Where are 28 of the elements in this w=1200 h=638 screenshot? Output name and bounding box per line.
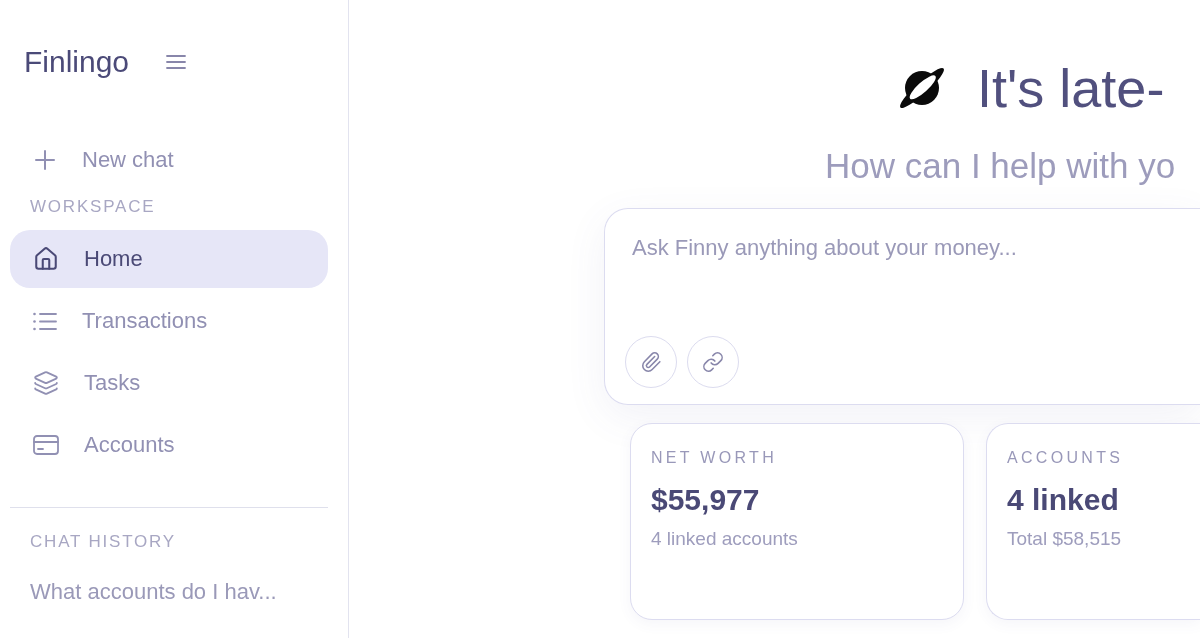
card-value: $55,977 [651, 482, 760, 518]
card-label: ACCOUNTS [1007, 448, 1124, 468]
card-value: 4 linked [1007, 482, 1119, 518]
nav-item[interactable]: Tasks [33, 370, 141, 396]
paperclip-icon [640, 351, 662, 373]
nav-item[interactable]: Accounts [33, 432, 175, 458]
chat-history-item[interactable]: What accounts do I hav... [30, 579, 277, 605]
list-icon [33, 311, 57, 331]
credit-card-icon [33, 435, 59, 455]
card-detail: 4 linked accounts [651, 527, 798, 551]
message-box[interactable]: Ask Finny anything about your money... [604, 208, 1200, 405]
link-icon [702, 351, 724, 373]
house-icon [33, 246, 59, 272]
brand-name: Finlingo [24, 44, 130, 80]
section-heading: WORKSPACE [30, 197, 156, 217]
menu-icon[interactable] [166, 55, 187, 69]
section-heading: CHAT HISTORY [30, 532, 176, 552]
layers-icon [33, 370, 59, 396]
message-input[interactable]: Ask Finny anything about your money... [632, 233, 1200, 263]
nav-item[interactable]: Home [10, 230, 328, 288]
new-chat-button[interactable]: New chat [35, 147, 174, 173]
card-label: NET WORTH [651, 448, 777, 468]
card-detail: Total $58,515 [1007, 527, 1122, 551]
subtitle-text: How can I help with yo [825, 145, 1176, 187]
nav-item[interactable]: Transactions [33, 308, 208, 334]
planet-icon [900, 68, 944, 108]
plus-icon [35, 150, 55, 170]
greeting-heading: It's late- [977, 58, 1165, 118]
